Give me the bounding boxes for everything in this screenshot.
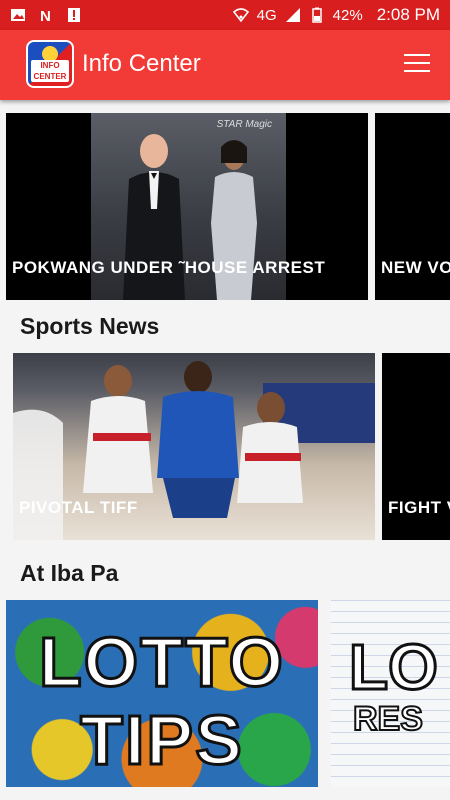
card-title-line1: LOTTO: [38, 622, 285, 703]
card-label: FIGHT V: [388, 498, 450, 517]
sports-card[interactable]: PIVOTAL TIFF: [13, 353, 375, 540]
other-card[interactable]: LOTTO TIPS: [6, 600, 318, 787]
notification-icons: N: [10, 7, 82, 23]
logo-text-bottom: CENTER: [33, 72, 67, 81]
clock: 2:08 PM: [376, 5, 440, 24]
photo-caption: STAR Magic: [216, 119, 272, 130]
section-title-sports: Sports News: [20, 313, 160, 339]
other-carousel[interactable]: LOTTO TIPS LO RES: [0, 600, 450, 800]
battery-icon: [311, 7, 322, 23]
menu-line: [404, 54, 430, 56]
image-icon: [11, 9, 25, 21]
app-title: Info Center: [82, 50, 201, 77]
logo-text-top: INFO: [40, 61, 60, 70]
network-type: 4G: [256, 6, 277, 24]
menu-line: [404, 62, 430, 64]
hamburger-menu-button[interactable]: [404, 54, 430, 74]
logo-text: INFO CENTER: [31, 60, 69, 82]
news-app-icon: N: [40, 8, 51, 23]
app-logo: INFO CENTER: [26, 40, 74, 88]
featured-carousel[interactable]: STAR Magic POKWANG UNDER ˜HOUSE ARREST N…: [0, 113, 450, 301]
sports-carousel[interactable]: PIVOTAL TIFF FIGHT V: [0, 353, 450, 541]
card-label: NEW VO: [381, 258, 450, 277]
other-card[interactable]: LO RES: [331, 600, 450, 787]
app-bar: INFO CENTER Info Center: [0, 30, 450, 100]
card-label: POKWANG UNDER ˜HOUSE ARREST: [12, 258, 326, 277]
featured-card[interactable]: NEW VO: [375, 113, 450, 300]
featured-card[interactable]: STAR Magic POKWANG UNDER ˜HOUSE ARREST: [6, 113, 368, 300]
menu-line: [404, 70, 430, 72]
card-title-line2: TIPS: [79, 700, 244, 781]
card-label: PIVOTAL TIFF: [19, 498, 138, 517]
battery-level: 42%: [332, 6, 363, 24]
alert-icon: [68, 8, 80, 22]
card-title-line2: RES: [352, 699, 424, 739]
svg-text:N: N: [40, 8, 51, 23]
sports-card[interactable]: FIGHT V: [382, 353, 450, 540]
section-title-other: At Iba Pa: [20, 560, 119, 586]
card-title-line1: LO: [348, 630, 440, 705]
status-bar: N 4G 42% 2:08 PM: [0, 0, 450, 30]
wifi-icon: [232, 8, 249, 23]
signal-icon: [285, 8, 300, 22]
system-icons: 4G 42% 2:08 PM: [232, 0, 440, 30]
